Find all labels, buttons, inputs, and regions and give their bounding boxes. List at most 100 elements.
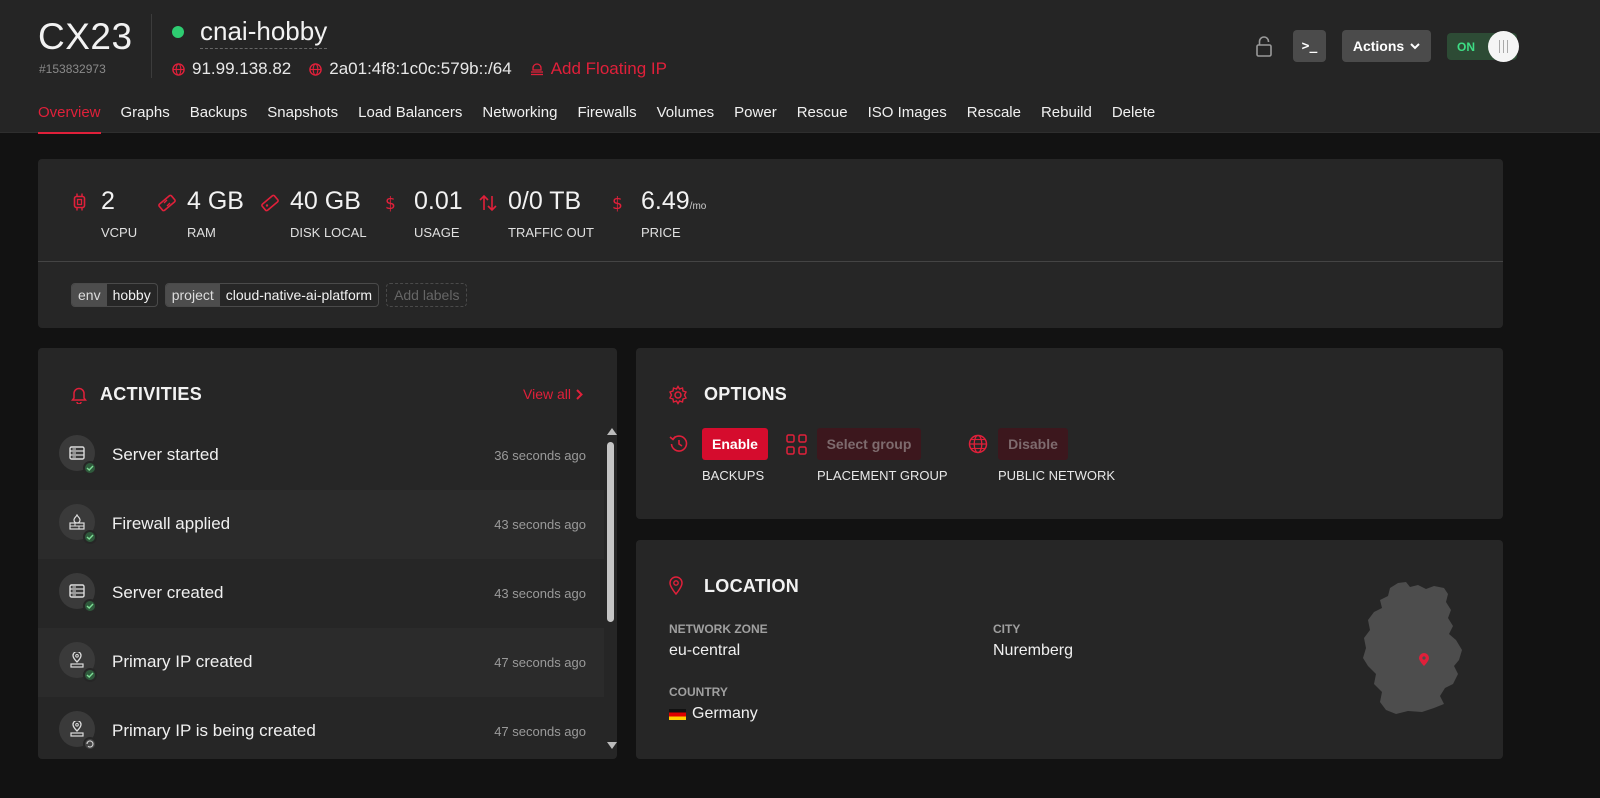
location-title: LOCATION xyxy=(704,576,800,596)
console-button[interactable]: >_ xyxy=(1293,30,1326,62)
label-value: hobby xyxy=(112,287,151,303)
scroll-thumb[interactable] xyxy=(607,442,614,622)
tab-bar: Overview Graphs Backups Snapshots Load Balan… xyxy=(38,104,1175,134)
enable-backups-button[interactable]: Enable xyxy=(702,428,768,460)
activities-title: ACTIVITIES xyxy=(100,384,203,404)
select-group-button[interactable]: Select group xyxy=(817,428,921,460)
tab-firewalls[interactable]: Firewalls xyxy=(577,104,636,133)
globe-icon xyxy=(172,62,185,76)
floating-ip-icon xyxy=(530,63,543,76)
activity-item[interactable]: Server started 36 seconds ago xyxy=(38,421,604,490)
spec-label: DISK LOCAL xyxy=(290,225,367,240)
server-type: CX23 xyxy=(38,16,133,57)
spec-value: 2 xyxy=(101,187,115,215)
tab-load-balancers[interactable]: Load Balancers xyxy=(358,104,462,133)
city-field: CITY Nuremberg xyxy=(993,622,1073,660)
ipv6-text: 2a01:4f8:1c0c:579b::/64 xyxy=(329,59,512,78)
ipv4-text: 91.99.138.82 xyxy=(192,59,292,78)
placement-group-label: PLACEMENT GROUP xyxy=(817,468,948,483)
server-name[interactable]: cnai-hobby xyxy=(200,16,328,49)
dollar-icon: $ xyxy=(612,194,623,213)
city-value: Nuremberg xyxy=(993,642,1074,659)
activity-time: 47 seconds ago xyxy=(494,724,586,739)
activity-title: Firewall applied xyxy=(112,514,231,533)
spec-label: VCPU xyxy=(101,225,138,240)
activities-card: ACTIVITIES View all Server started 36 sec… xyxy=(38,348,617,759)
label-key: project xyxy=(165,284,220,306)
activity-time: 43 seconds ago xyxy=(494,517,586,532)
actions-dropdown[interactable]: Actions xyxy=(1342,30,1431,62)
activity-time: 36 seconds ago xyxy=(494,448,586,463)
activity-item[interactable]: Primary IP is being created 47 seconds ag… xyxy=(38,697,604,759)
activity-item[interactable]: Server created 43 seconds ago xyxy=(38,559,604,628)
activity-item[interactable]: Firewall applied 43 seconds ago xyxy=(38,490,604,559)
options-card: OPTIONS Enable BACKUPS Select group PLAC… xyxy=(636,348,1503,519)
tab-snapshots[interactable]: Snapshots xyxy=(267,104,338,133)
label-chip-project[interactable]: project cloud-native-ai-platform xyxy=(164,283,380,307)
spec-value: 0/0 TB xyxy=(508,187,582,215)
history-icon xyxy=(669,435,688,452)
actions-label: Actions xyxy=(1352,38,1405,54)
price-value: 6.49 xyxy=(641,187,690,215)
activity-time: 47 seconds ago xyxy=(494,655,586,670)
tab-graphs[interactable]: Graphs xyxy=(121,104,170,133)
floating-ip-text: Add Floating IP xyxy=(550,59,667,78)
spec-value: 0.01 xyxy=(414,187,463,215)
tab-power[interactable]: Power xyxy=(734,104,777,133)
label-key: env xyxy=(72,284,107,306)
spec-value: 4 GB xyxy=(187,187,244,215)
chevron-down-icon xyxy=(1410,42,1420,49)
activity-title: Server started xyxy=(112,445,219,464)
activity-title: Server created xyxy=(112,583,224,602)
add-labels-button[interactable]: Add labels xyxy=(386,283,468,307)
view-all-link[interactable]: View all xyxy=(523,386,583,402)
label-chip-env[interactable]: env hobby xyxy=(71,283,158,307)
tab-volumes[interactable]: Volumes xyxy=(657,104,715,133)
activity-list: Server started 36 seconds ago Firewall app… xyxy=(38,421,604,759)
ipv6-address[interactable]: 2a01:4f8:1c0c:579b::/64 xyxy=(309,59,512,79)
scroll-up-arrow[interactable] xyxy=(607,428,617,435)
city-label: CITY xyxy=(993,622,1021,636)
svg-text:$: $ xyxy=(612,194,623,213)
globe-icon xyxy=(309,62,323,76)
power-toggle[interactable]: ON xyxy=(1447,31,1519,62)
check-icon xyxy=(83,599,97,613)
spec-label: TRAFFIC OUT xyxy=(508,225,594,240)
labels-row: env hobby project cloud-native-ai-platfo… xyxy=(71,283,468,307)
server-id: #153832973 xyxy=(39,62,106,76)
germany-map-icon xyxy=(1363,582,1462,714)
spec-value: 40 GB xyxy=(290,187,361,215)
tab-networking[interactable]: Networking xyxy=(482,104,557,133)
country-name: Germany xyxy=(692,705,758,722)
disk-icon xyxy=(261,194,279,212)
tab-delete[interactable]: Delete xyxy=(1112,104,1155,133)
tab-overview[interactable]: Overview xyxy=(38,104,101,134)
activity-scrollbar[interactable] xyxy=(604,428,617,759)
network-zone-field: NETWORK ZONE eu-central xyxy=(669,622,768,660)
traffic-icon xyxy=(479,194,497,212)
view-all-label: View all xyxy=(523,386,571,402)
country-label: COUNTRY xyxy=(669,685,728,699)
ipv4-address[interactable]: 91.99.138.82 xyxy=(172,59,291,79)
tab-backups[interactable]: Backups xyxy=(190,104,248,133)
tab-rescale[interactable]: Rescale xyxy=(967,104,1021,133)
tab-iso-images[interactable]: ISO Images xyxy=(868,104,947,133)
check-icon xyxy=(83,668,97,682)
specs-card: 2 VCPU 4 GB RAM 40 GB DISK LOCAL $ 0.01 … xyxy=(38,159,1503,328)
header-divider xyxy=(151,14,152,78)
svg-text:$: $ xyxy=(385,194,396,213)
ip-addresses: 91.99.138.82 2a01:4f8:1c0c:579b::/64 Add… xyxy=(172,59,685,79)
activity-item[interactable]: Primary IP created 47 seconds ago xyxy=(38,628,604,697)
cpu-icon xyxy=(73,193,86,211)
tab-rescue[interactable]: Rescue xyxy=(797,104,848,133)
refresh-icon xyxy=(83,737,97,751)
add-floating-ip-link[interactable]: Add Floating IP xyxy=(530,59,667,79)
disable-public-network-button[interactable]: Disable xyxy=(998,428,1068,460)
lock-icon[interactable] xyxy=(1256,36,1272,62)
country-field: COUNTRY Germany xyxy=(669,685,758,723)
globe-icon xyxy=(968,434,988,454)
tab-rebuild[interactable]: Rebuild xyxy=(1041,104,1092,133)
scroll-down-arrow[interactable] xyxy=(607,742,617,749)
server-header: CX23 #153832973 cnai-hobby 91.99.138.82 … xyxy=(0,0,1600,134)
status-indicator xyxy=(172,26,184,38)
